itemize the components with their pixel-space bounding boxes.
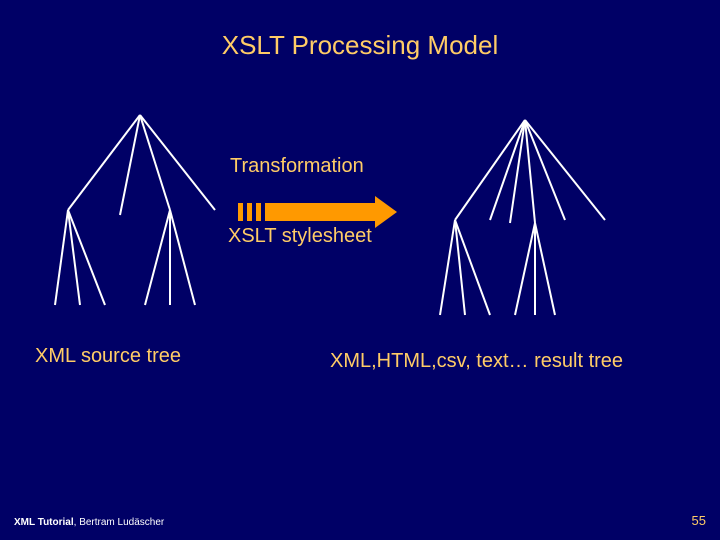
stylesheet-label: XSLT stylesheet <box>228 225 372 248</box>
source-tree-label: XML source tree <box>35 345 181 368</box>
transformation-label: Transformation <box>230 155 364 178</box>
result-tree-diagram <box>430 115 620 325</box>
result-tree-label: XML,HTML,csv, text… result tree <box>330 350 623 373</box>
footer-author: , Bertram Ludäscher <box>74 517 165 528</box>
page-number: 55 <box>692 513 706 528</box>
slide-title: XSLT Processing Model <box>0 30 720 61</box>
transformation-arrow <box>238 196 397 228</box>
footer-title: XML Tutorial <box>14 517 74 528</box>
source-tree-diagram <box>50 110 230 320</box>
footer-credit: XML Tutorial, Bertram Ludäscher <box>14 517 164 528</box>
